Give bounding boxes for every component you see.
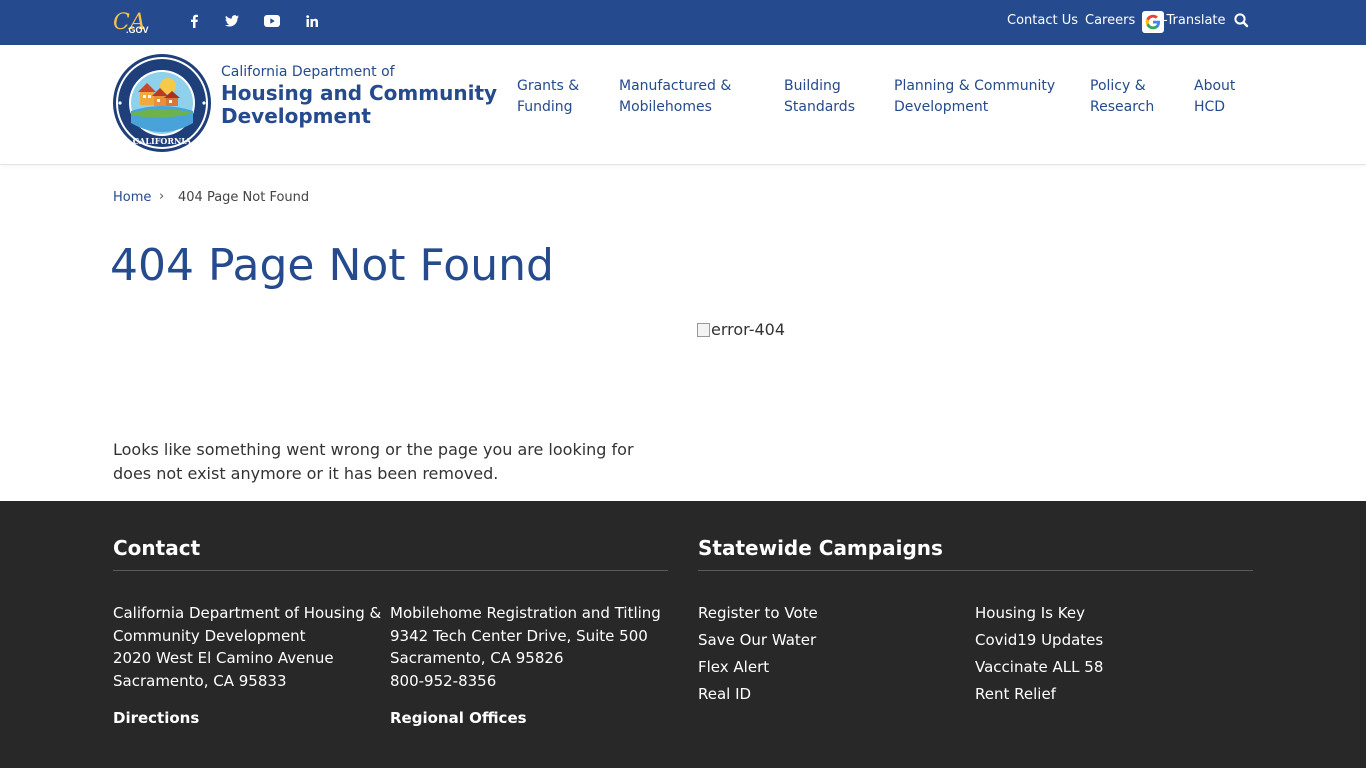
svg-text:CALIFORNIA: CALIFORNIA bbox=[133, 136, 192, 146]
campaign-link-covid19-updates[interactable]: Covid19 Updates bbox=[975, 629, 1103, 656]
campaign-link-rent-relief[interactable]: Rent Relief bbox=[975, 683, 1103, 710]
nav-label-line: Policy & bbox=[1090, 78, 1146, 94]
address-line: 2020 West El Camino Avenue bbox=[113, 649, 334, 668]
nav-label-line: Research bbox=[1090, 99, 1155, 115]
regional-offices-link[interactable]: Regional Offices bbox=[390, 709, 527, 727]
campaigns-list-left: Register to Vote Save Our Water Flex Ale… bbox=[698, 602, 818, 710]
phone-number[interactable]: 800-952-8356 bbox=[390, 670, 661, 693]
footer-campaigns-heading: Statewide Campaigns bbox=[698, 536, 943, 560]
nav-label-line: Grants & bbox=[517, 78, 580, 94]
footer-contact-heading: Contact bbox=[113, 536, 201, 560]
translate-link[interactable]: -Translate bbox=[1163, 13, 1226, 28]
nav-label-line: About bbox=[1194, 78, 1236, 94]
svg-text:.GOV: .GOV bbox=[126, 25, 149, 35]
hcd-seal-logo[interactable]: CALIFORNIA bbox=[112, 53, 212, 153]
address-line: California Department of Housing & bbox=[113, 604, 382, 622]
nav-planning-community-development[interactable]: Planning & Community Development bbox=[894, 76, 1055, 118]
utility-bar: CA .GOV Contact Us Careers -Translate bbox=[0, 0, 1366, 45]
nav-policy-research[interactable]: Policy & Research bbox=[1090, 76, 1154, 118]
directions-link[interactable]: Directions bbox=[113, 709, 199, 727]
nav-label-line: Standards bbox=[784, 99, 855, 115]
nav-manufactured-mobilehomes[interactable]: Manufactured & Mobilehomes bbox=[619, 76, 731, 118]
search-icon[interactable] bbox=[1233, 12, 1251, 30]
campaign-link-flex-alert[interactable]: Flex Alert bbox=[698, 656, 818, 683]
careers-link[interactable]: Careers bbox=[1085, 13, 1135, 28]
nav-label-line: Mobilehomes bbox=[619, 99, 712, 115]
error-404-image: error-404 bbox=[697, 320, 785, 339]
image-alt-text: error-404 bbox=[711, 320, 786, 339]
campaigns-list-right: Housing Is Key Covid19 Updates Vaccinate… bbox=[975, 602, 1103, 710]
nav-label-line: Funding bbox=[517, 99, 573, 115]
address-line: Sacramento, CA 95833 bbox=[113, 672, 287, 691]
campaign-link-save-our-water[interactable]: Save Our Water bbox=[698, 629, 818, 656]
site-header: CALIFORNIA California Department of Hous… bbox=[0, 45, 1366, 165]
page-title: 404 Page Not Found bbox=[110, 240, 554, 291]
broken-image-icon bbox=[697, 322, 710, 337]
breadcrumb-separator: › bbox=[159, 189, 165, 204]
contact-us-link[interactable]: Contact Us bbox=[1007, 13, 1078, 28]
brand-title[interactable]: Housing and Community Development bbox=[221, 82, 501, 128]
nav-label-line: Manufactured & bbox=[619, 78, 732, 94]
youtube-icon[interactable] bbox=[262, 11, 282, 31]
linkedin-icon[interactable] bbox=[302, 11, 322, 31]
campaign-link-housing-is-key[interactable]: Housing Is Key bbox=[975, 602, 1103, 629]
ca-gov-logo[interactable]: CA .GOV bbox=[113, 6, 153, 36]
nav-label-line: Planning & Community bbox=[894, 78, 1056, 94]
campaign-link-real-id[interactable]: Real ID bbox=[698, 683, 818, 710]
footer-divider bbox=[113, 570, 668, 571]
facebook-icon[interactable] bbox=[184, 11, 204, 31]
address-line: 9342 Tech Center Drive, Suite 500 bbox=[390, 626, 648, 645]
error-message: Looks like something went wrong or the p… bbox=[113, 440, 634, 483]
breadcrumb-current: 404 Page Not Found bbox=[178, 190, 310, 205]
campaign-link-vaccinate-all-58[interactable]: Vaccinate ALL 58 bbox=[975, 656, 1103, 683]
site-footer: Contact California Department of Housing… bbox=[0, 501, 1366, 768]
google-icon[interactable] bbox=[1142, 11, 1164, 33]
nav-label-line: Building bbox=[784, 78, 841, 94]
nav-grants-funding[interactable]: Grants & Funding bbox=[517, 76, 579, 118]
address-line: Community Development bbox=[113, 626, 306, 645]
breadcrumb-home-link[interactable]: Home bbox=[113, 190, 151, 205]
twitter-icon[interactable] bbox=[222, 11, 242, 31]
nav-building-standards[interactable]: Building Standards bbox=[784, 76, 855, 118]
campaign-link-register-to-vote[interactable]: Register to Vote bbox=[698, 602, 818, 629]
brand-subtitle: California Department of bbox=[221, 64, 395, 80]
nav-about-hcd[interactable]: About HCD bbox=[1194, 76, 1235, 118]
footer-divider bbox=[698, 570, 1253, 571]
nav-label-line: HCD bbox=[1194, 99, 1226, 115]
address-line: Sacramento, CA 95826 bbox=[390, 649, 564, 668]
address-line: Mobilehome Registration and Titling bbox=[390, 604, 661, 622]
nav-label-line: Development bbox=[894, 99, 989, 115]
mobilehome-address: Mobilehome Registration and Titling 9342… bbox=[390, 602, 661, 693]
hcd-address: California Department of Housing & Commu… bbox=[113, 602, 381, 693]
